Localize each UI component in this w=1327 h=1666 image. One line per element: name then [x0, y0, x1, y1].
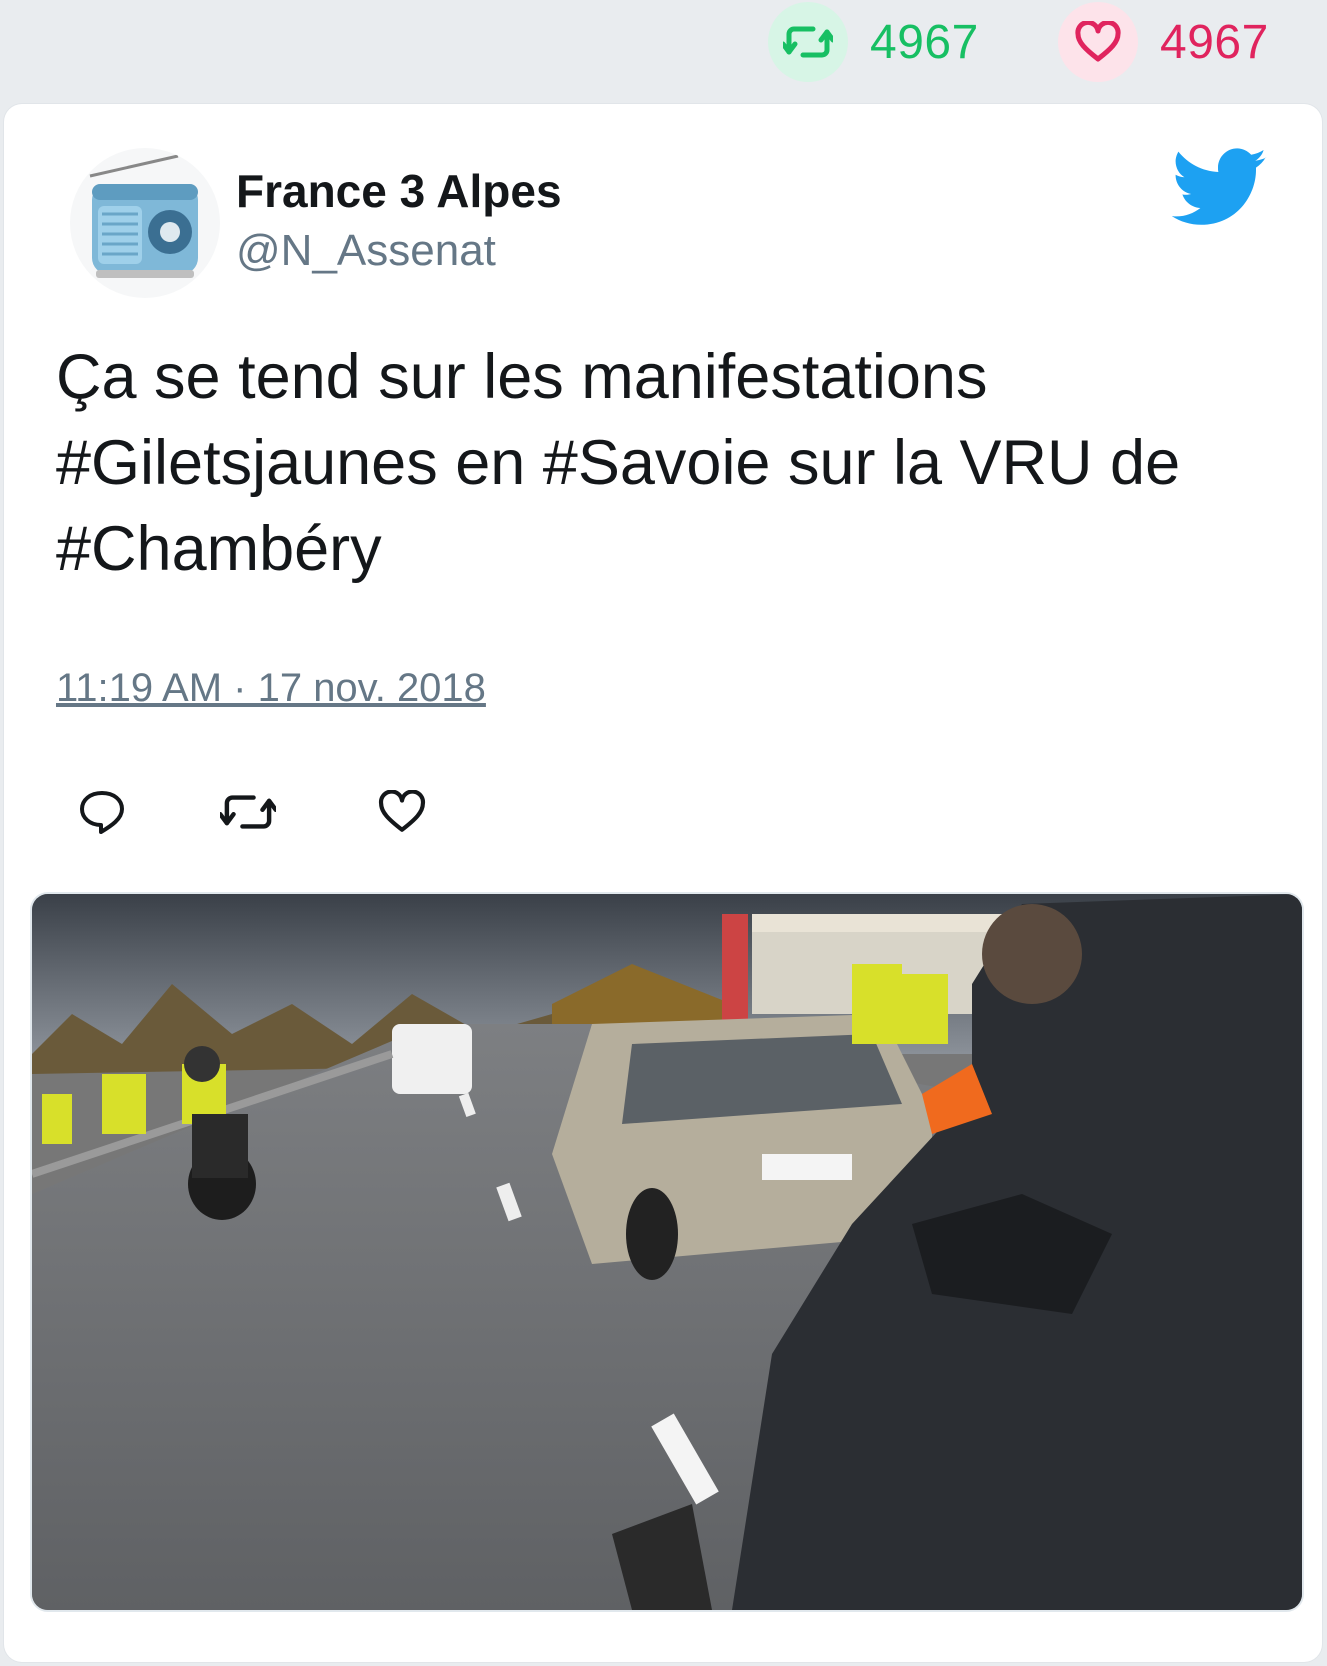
tweet-card: France 3 Alpes @N_Assenat Ça se tend sur… [4, 104, 1322, 1662]
engagement-stats: 4967 4967 [0, 0, 1327, 100]
radio-avatar[interactable] [70, 148, 220, 298]
retweet-icon[interactable] [220, 784, 276, 840]
reply-icon[interactable] [74, 784, 130, 840]
retweet-count: 4967 [870, 15, 979, 69]
tweet-text-line: Ça se tend sur les manifestations [56, 342, 988, 412]
retweet-icon[interactable] [768, 2, 848, 82]
like-count: 4967 [1160, 15, 1269, 69]
author-name[interactable]: France 3 Alpes [236, 164, 562, 218]
tweet-text: Ça se tend sur les manifestations #Gilet… [56, 334, 1296, 592]
heart-icon[interactable] [1058, 2, 1138, 82]
retweet-stat[interactable]: 4967 [768, 2, 979, 82]
protest-highway-photo[interactable] [30, 892, 1304, 1612]
tweet-text-line: #Giletsjaunes en #Savoie sur la VRU de [56, 428, 1181, 498]
tweet-text-line: #Chambéry [56, 514, 382, 584]
twitter-logo-icon[interactable] [1171, 148, 1268, 228]
like-stat[interactable]: 4967 [1058, 2, 1269, 82]
author-handle[interactable]: @N_Assenat [236, 226, 496, 276]
tweet-timestamp[interactable]: 11:19 AM · 17 nov. 2018 [56, 666, 486, 711]
heart-icon[interactable] [374, 784, 430, 840]
